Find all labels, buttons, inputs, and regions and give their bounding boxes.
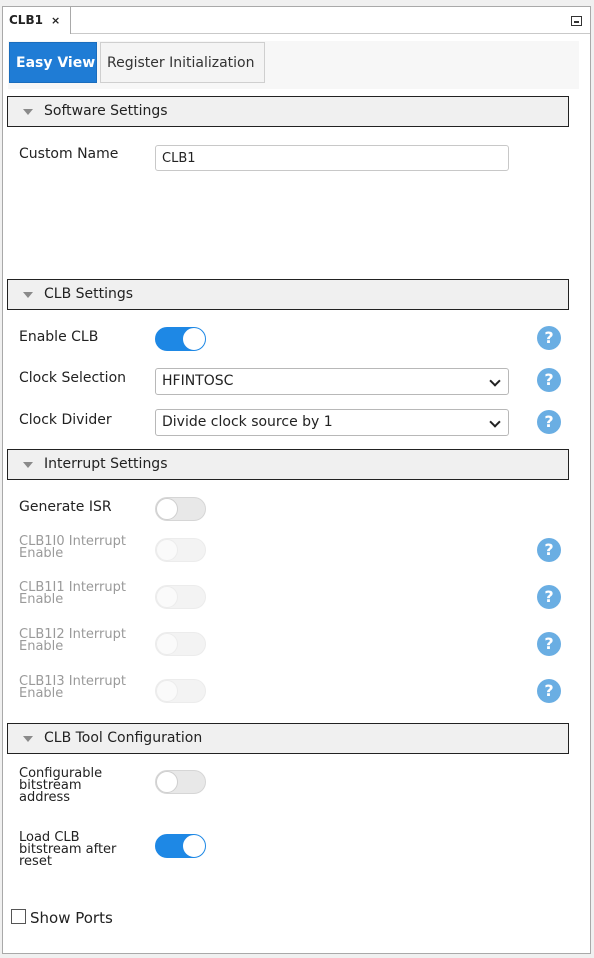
toggle-knob (156, 539, 178, 561)
show-ports-label[interactable]: Show Ports (30, 909, 113, 927)
section-software-settings[interactable]: Software Settings (7, 96, 569, 127)
custom-name-input[interactable] (155, 145, 509, 171)
label-line: Enable (19, 592, 64, 607)
document-tab-bar: CLB1 × (3, 7, 590, 34)
close-icon[interactable]: × (51, 14, 60, 27)
collapse-triangle-icon (23, 292, 33, 298)
show-ports-checkbox[interactable] (11, 909, 26, 924)
enable-clb-label: Enable CLB (19, 329, 99, 345)
label-line: address (19, 790, 71, 805)
generate-isr-label: Generate ISR (19, 499, 112, 515)
toggle-knob (183, 835, 205, 857)
label-line: Enable (19, 686, 64, 701)
generate-isr-toggle[interactable] (155, 497, 206, 521)
chevron-down-icon (489, 375, 501, 387)
clock-divider-select[interactable]: Divide clock source by 1 (155, 409, 509, 436)
tab-easy-view[interactable]: Easy View (9, 42, 97, 83)
toggle-knob (156, 586, 178, 608)
collapse-triangle-icon (23, 736, 33, 742)
label-line: Enable (19, 546, 64, 561)
clb1i1-interrupt-label: CLB1I1 Interrupt Enable (19, 581, 126, 607)
help-icon[interactable]: ? (537, 679, 561, 703)
clock-divider-value: Divide clock source by 1 (162, 414, 333, 430)
custom-name-label: Custom Name (19, 146, 119, 162)
enable-clb-toggle[interactable] (155, 327, 206, 351)
toggle-knob (156, 771, 178, 793)
document-tab-title: CLB1 (9, 13, 43, 27)
clock-selection-value: HFINTOSC (162, 373, 234, 389)
clb1i0-interrupt-toggle[interactable] (155, 538, 206, 562)
help-icon[interactable]: ? (537, 585, 561, 609)
minimize-icon[interactable] (571, 16, 582, 26)
clb1i2-interrupt-toggle[interactable] (155, 632, 206, 656)
section-interrupt-settings[interactable]: Interrupt Settings (7, 449, 569, 480)
collapse-triangle-icon (23, 109, 33, 115)
help-icon[interactable]: ? (537, 632, 561, 656)
section-title: CLB Settings (44, 286, 134, 302)
clock-divider-label: Clock Divider (19, 412, 112, 428)
clb1i1-interrupt-toggle[interactable] (155, 585, 206, 609)
clb1i3-interrupt-toggle[interactable] (155, 679, 206, 703)
section-title: CLB Tool Configuration (44, 730, 203, 746)
section-title: Interrupt Settings (44, 456, 168, 472)
collapse-triangle-icon (23, 462, 33, 468)
view-tab-strip: Easy View Register Initialization (8, 41, 579, 89)
load-bitstream-label: Load CLB bitstream after reset (19, 831, 116, 869)
help-icon[interactable]: ? (537, 538, 561, 562)
configurable-bitstream-toggle[interactable] (155, 770, 206, 794)
label-line: Enable (19, 639, 64, 654)
chevron-down-icon (489, 416, 501, 428)
clb1i2-interrupt-label: CLB1I2 Interrupt Enable (19, 628, 126, 654)
clb1i0-interrupt-label: CLB1I0 Interrupt Enable (19, 535, 126, 561)
section-title: Software Settings (44, 103, 168, 119)
toggle-knob (156, 633, 178, 655)
load-bitstream-toggle[interactable] (155, 834, 206, 858)
help-icon[interactable]: ? (537, 410, 561, 434)
configurable-bitstream-label: Configurable bitstream address (19, 767, 102, 805)
toggle-knob (183, 328, 205, 350)
section-clb-settings[interactable]: CLB Settings (7, 279, 569, 310)
help-icon[interactable]: ? (537, 326, 561, 350)
tab-register-initialization[interactable]: Register Initialization (100, 42, 265, 83)
toggle-knob (156, 680, 178, 702)
section-clb-tool-configuration[interactable]: CLB Tool Configuration (7, 723, 569, 754)
help-icon[interactable]: ? (537, 368, 561, 392)
clb1i3-interrupt-label: CLB1I3 Interrupt Enable (19, 675, 126, 701)
clock-selection-select[interactable]: HFINTOSC (155, 368, 509, 395)
document-tab-clb1[interactable]: CLB1 × (3, 7, 71, 34)
label-line: reset (19, 854, 52, 869)
toggle-knob (156, 498, 178, 520)
clock-selection-label: Clock Selection (19, 370, 127, 386)
